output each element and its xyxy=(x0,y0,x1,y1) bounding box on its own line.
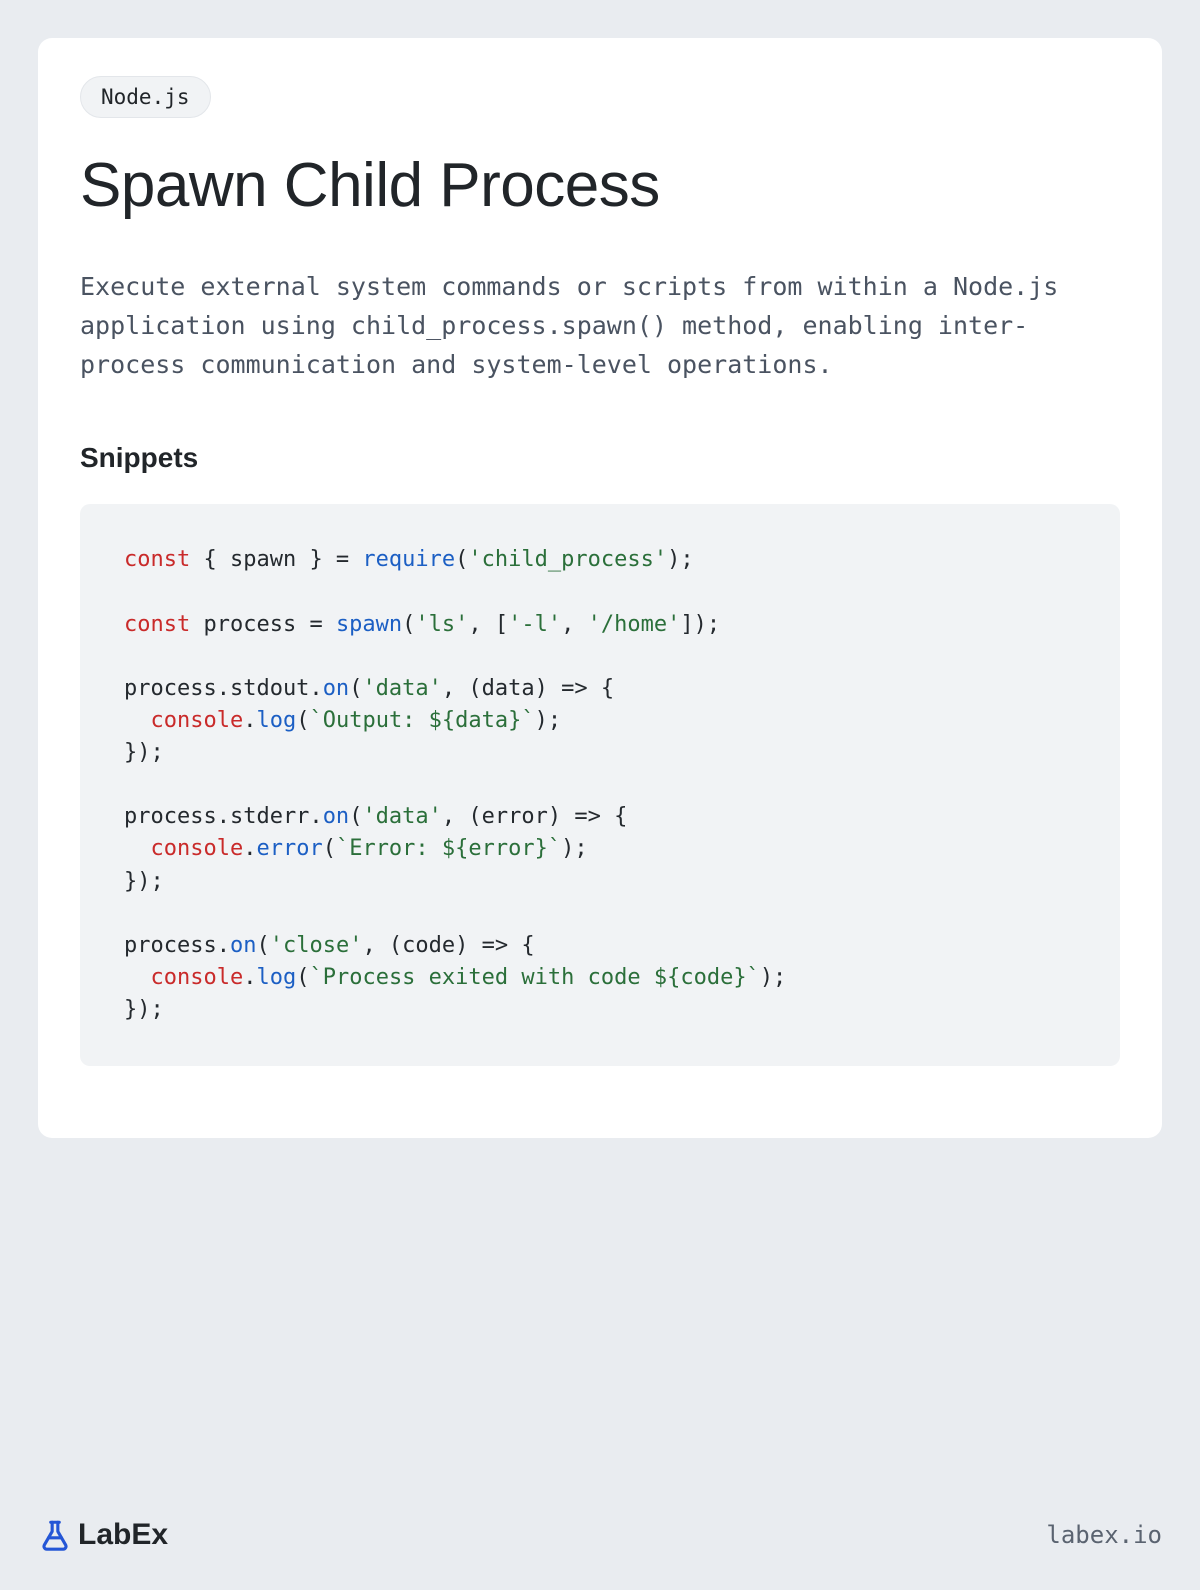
footer: LabEx labex.io xyxy=(38,1518,1162,1552)
language-tag: Node.js xyxy=(80,76,211,118)
snippets-heading: Snippets xyxy=(80,442,1120,474)
brand-name: LabEx xyxy=(78,1518,168,1552)
description-text: Execute external system commands or scri… xyxy=(80,268,1120,384)
flask-icon xyxy=(38,1518,72,1552)
page-title: Spawn Child Process xyxy=(80,152,1120,220)
code-snippet[interactable]: const { spawn } = require('child_process… xyxy=(80,504,1120,1066)
brand-logo: LabEx xyxy=(38,1518,168,1552)
content-card: Node.js Spawn Child Process Execute exte… xyxy=(38,38,1162,1138)
brand-url: labex.io xyxy=(1046,1521,1162,1549)
